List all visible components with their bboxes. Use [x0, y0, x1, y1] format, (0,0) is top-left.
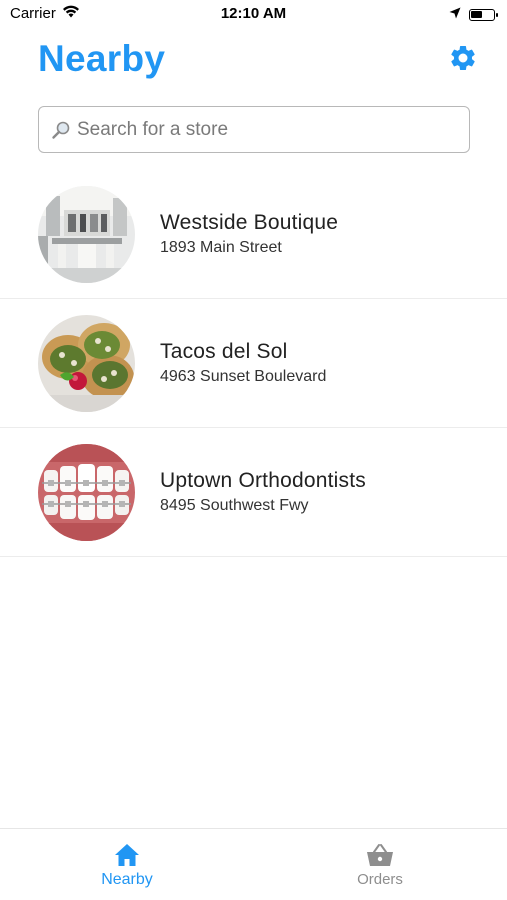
tab-label: Orders — [357, 871, 403, 888]
status-bar: Carrier 12:10 AM — [0, 0, 507, 28]
store-address: 4963 Sunset Boulevard — [160, 368, 327, 385]
status-right — [449, 6, 498, 23]
search-input[interactable] — [77, 118, 457, 141]
boutique-thumbnail — [38, 185, 135, 283]
braces-thumbnail — [38, 443, 135, 541]
home-icon — [67, 841, 187, 867]
store-name: Tacos del Sol — [160, 340, 288, 363]
store-address: 8495 Southwest Fwy — [160, 497, 309, 514]
tab-bar: Nearby Orders — [0, 828, 507, 900]
status-time: 12:10 AM — [220, 5, 287, 22]
header: Nearby — [38, 36, 493, 92]
page-title: Nearby — [38, 38, 166, 79]
store-name: Uptown Orthodontists — [160, 469, 366, 492]
store-item-tacos-del-sol[interactable]: Tacos del Sol 4963 Sunset Boulevard — [0, 299, 507, 428]
store-name: Westside Boutique — [160, 211, 339, 234]
store-item-westside-boutique[interactable]: Westside Boutique 1893 Main Street — [0, 170, 507, 299]
battery-icon — [469, 8, 498, 21]
tacos-thumbnail — [38, 314, 135, 412]
tab-orders[interactable]: Orders — [320, 841, 440, 888]
tab-label: Nearby — [101, 871, 153, 888]
search-icon — [51, 119, 73, 141]
store-item-uptown-orthodontists[interactable]: Uptown Orthodontists 8495 Southwest Fwy — [0, 428, 507, 557]
settings-button[interactable] — [447, 44, 479, 76]
store-text: Westside Boutique 1893 Main Street — [160, 211, 338, 257]
battery-level — [471, 10, 482, 18]
gear-icon — [448, 43, 478, 78]
location-arrow-icon — [449, 6, 461, 23]
store-text: Tacos del Sol 4963 Sunset Boulevard — [160, 340, 326, 386]
app-screen: Carrier 12:10 AM Nearby Search for a sto… — [0, 0, 507, 900]
store-list: Westside Boutique 1893 Main Street Tacos… — [0, 170, 507, 557]
search-box[interactable] — [38, 106, 470, 153]
basket-icon — [320, 841, 440, 867]
store-address: 1893 Main Street — [160, 239, 282, 256]
tab-nearby[interactable]: Nearby — [67, 841, 187, 889]
store-text: Uptown Orthodontists 8495 Southwest Fwy — [160, 469, 366, 515]
